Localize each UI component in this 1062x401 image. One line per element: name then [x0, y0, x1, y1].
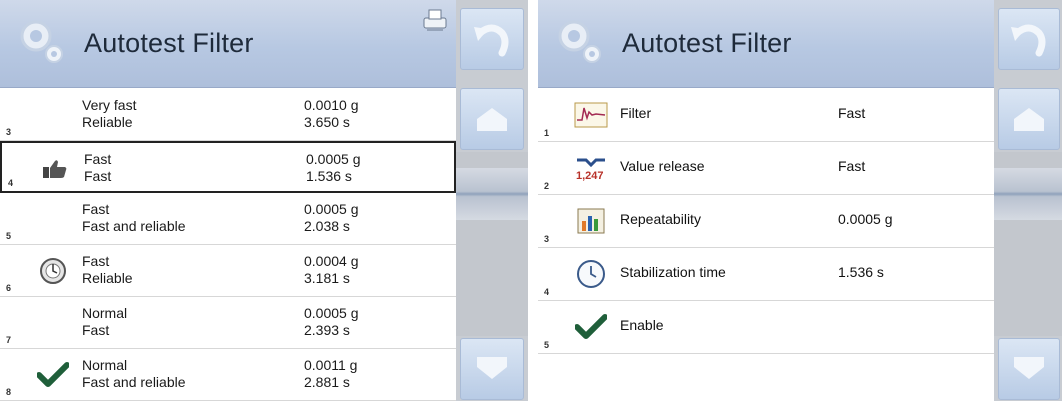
filter-list: Very fast Reliable 0.0010 g 3.650 s 3 Fa…: [0, 89, 456, 401]
list-item[interactable]: Stabilization time 1.536 s 4: [538, 248, 994, 301]
row-number: 8: [6, 387, 12, 397]
parameter-list: Filter Fast 1 1,247 Value release Fast 2: [538, 89, 994, 354]
arrow-down-icon: [1014, 357, 1044, 379]
row-number: 1: [544, 128, 550, 138]
checkmark-icon: [36, 359, 70, 391]
option-quality: Fast: [82, 322, 110, 338]
clock-icon: [574, 258, 608, 290]
scrollbar-thumb[interactable]: [456, 168, 528, 220]
option-repeatability: 0.0005 g: [304, 305, 359, 321]
row-number: 3: [544, 234, 550, 244]
list-item[interactable]: Fast Reliable 0.0004 g 3.181 s 6: [0, 245, 456, 297]
list-item[interactable]: Very fast Reliable 0.0010 g 3.650 s 3: [0, 89, 456, 141]
back-arrow-icon: [474, 24, 509, 57]
gear-icon: [558, 20, 601, 63]
row-number: 6: [6, 283, 12, 293]
list-item[interactable]: Repeatability 0.0005 g 3: [538, 195, 994, 248]
home-button[interactable]: [460, 88, 524, 150]
side-button-column: [456, 0, 528, 401]
row-number: 7: [6, 335, 12, 345]
list-item-selected[interactable]: Fast Fast 0.0005 g 1.536 s 4: [0, 141, 456, 193]
row-number: 2: [544, 181, 550, 191]
option-repeatability: 0.0011 g: [304, 357, 358, 373]
home-icon: [1014, 108, 1044, 131]
option-speed: Fast: [82, 201, 110, 217]
back-button[interactable]: [460, 8, 524, 70]
option-quality: Reliable: [82, 114, 133, 130]
back-button[interactable]: [998, 8, 1060, 70]
side-button-column: [994, 0, 1062, 401]
option-repeatability: 0.0005 g: [306, 151, 361, 167]
row-number: 4: [8, 178, 14, 188]
filter-icon: [574, 99, 608, 131]
scroll-down-button[interactable]: [998, 338, 1060, 400]
option-quality: Fast: [84, 168, 112, 184]
option-time: 1.536 s: [306, 168, 352, 184]
param-label: Stabilization time: [620, 264, 726, 280]
left-panel: Autotest Filter Very fast Reliable 0.001…: [0, 0, 528, 401]
param-value: 1.536 s: [838, 264, 884, 280]
option-time: 2.393 s: [304, 322, 350, 338]
header: Autotest Filter: [538, 0, 994, 88]
option-repeatability: 0.0005 g: [304, 201, 359, 217]
header: Autotest Filter: [0, 0, 456, 88]
repeatability-icon: [574, 205, 608, 237]
home-icon: [477, 108, 507, 131]
page-title: Autotest Filter: [84, 28, 254, 58]
option-time: 2.038 s: [304, 218, 350, 234]
thumbs-up-icon: [38, 153, 72, 185]
back-arrow-icon: [1011, 24, 1046, 57]
option-quality: Reliable: [82, 270, 133, 286]
scrollbar-thumb[interactable]: [994, 168, 1062, 220]
row-number: 5: [6, 231, 12, 241]
row-number: 5: [544, 340, 550, 350]
param-value: Fast: [838, 105, 866, 121]
checkmark-icon: [574, 311, 608, 343]
row-number: 3: [6, 127, 12, 137]
list-item[interactable]: 1,247 Value release Fast 2: [538, 142, 994, 195]
option-time: 3.650 s: [304, 114, 350, 130]
option-time: 3.181 s: [304, 270, 350, 286]
list-item[interactable]: Fast Fast and reliable 0.0005 g 2.038 s …: [0, 193, 456, 245]
right-panel: Autotest Filter Filter Fast 1 1,247 Valu…: [538, 0, 1062, 401]
list-item[interactable]: Filter Fast 1: [538, 89, 994, 142]
row-number: 4: [544, 287, 550, 297]
home-button[interactable]: [998, 88, 1060, 150]
param-label: Filter: [620, 105, 652, 121]
option-quality: Fast and reliable: [82, 374, 186, 390]
param-label: Value release: [620, 158, 705, 174]
arrow-down-icon: [477, 357, 507, 379]
option-speed: Normal: [82, 305, 128, 321]
option-speed: Fast: [84, 151, 112, 167]
value-release-icon: 1,247: [574, 152, 608, 184]
list-item[interactable]: Normal Fast 0.0005 g 2.393 s 7: [0, 297, 456, 349]
param-value: 0.0005 g: [838, 211, 893, 227]
option-speed: Very fast: [82, 97, 137, 113]
option-repeatability: 0.0010 g: [304, 97, 359, 113]
print-icon[interactable]: [422, 8, 448, 32]
option-time: 2.881 s: [304, 374, 350, 390]
option-repeatability: 0.0004 g: [304, 253, 359, 269]
param-value: Fast: [838, 158, 866, 174]
list-item[interactable]: Enable 5: [538, 301, 994, 354]
option-speed: Fast: [82, 253, 110, 269]
reliable-dial-icon: [36, 255, 70, 287]
page-title: Autotest Filter: [622, 28, 792, 58]
option-speed: Normal: [82, 357, 128, 373]
gear-icon: [20, 20, 63, 63]
list-item[interactable]: Normal Fast and reliable 0.0011 g 2.881 …: [0, 349, 456, 401]
svg-text:1,247: 1,247: [576, 170, 604, 182]
param-label: Enable: [620, 317, 664, 333]
param-label: Repeatability: [620, 211, 701, 227]
scroll-down-button[interactable]: [460, 338, 524, 400]
option-quality: Fast and reliable: [82, 218, 186, 234]
